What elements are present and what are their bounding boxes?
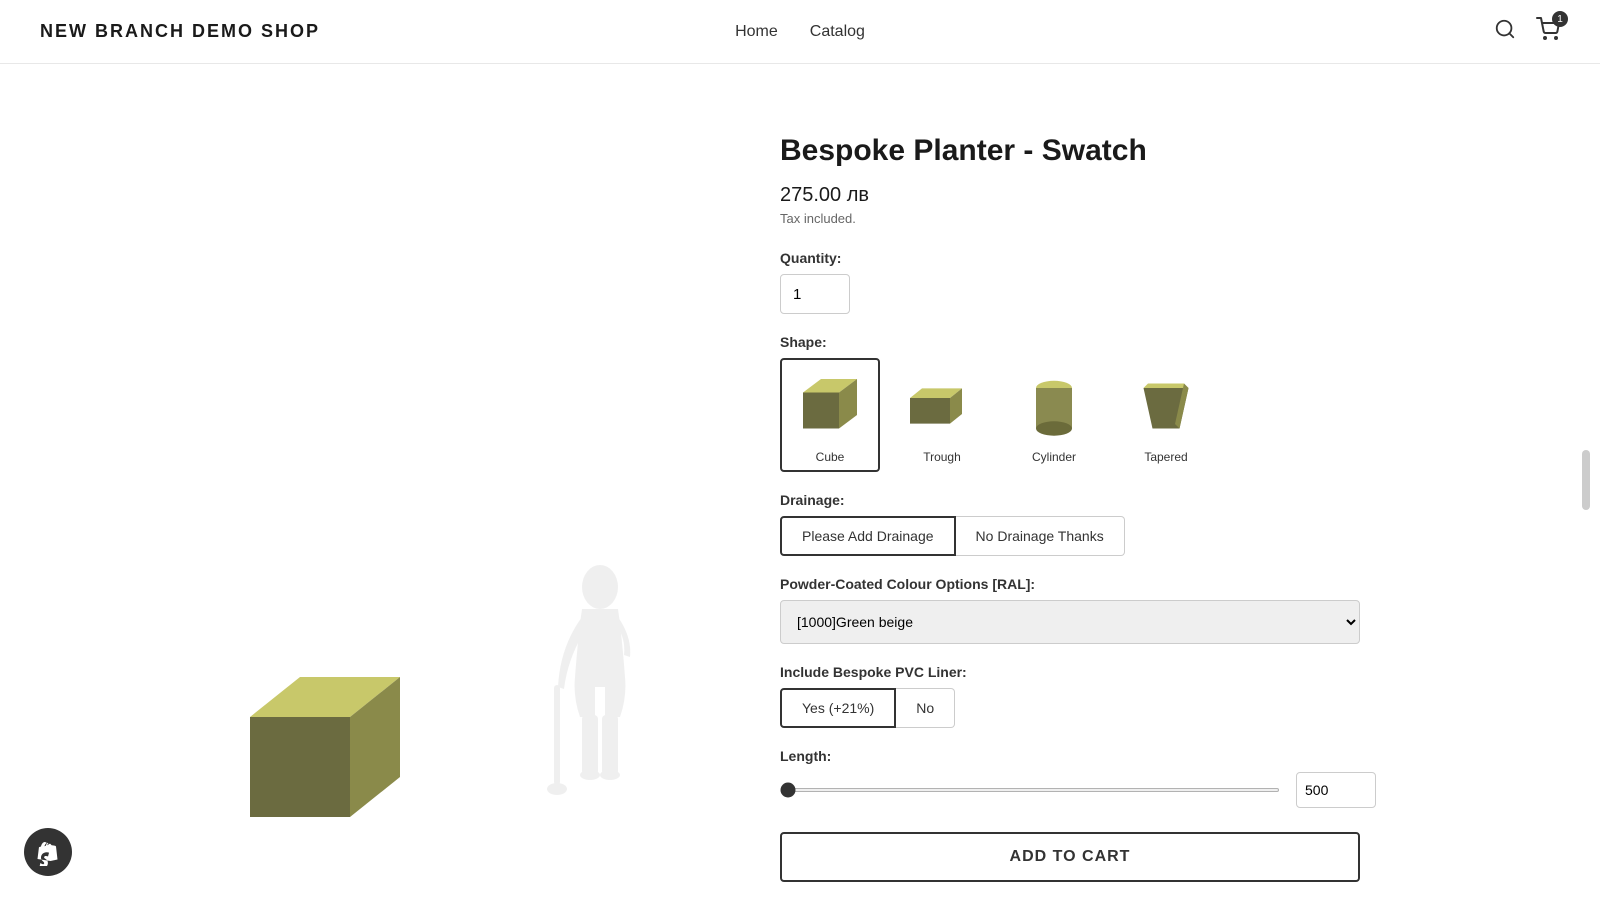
drainage-options: Please Add Drainage No Drainage Thanks bbox=[780, 516, 1460, 556]
header: NEW BRANCH DEMO SHOP Home Catalog 1 bbox=[0, 0, 1600, 64]
human-silhouette bbox=[540, 557, 660, 842]
product-price: 275.00 лв bbox=[780, 184, 1460, 207]
cylinder-svg bbox=[1014, 366, 1094, 446]
shape-trough-label: Trough bbox=[923, 450, 961, 464]
shape-option-cube[interactable]: Cube bbox=[780, 358, 880, 472]
shape-section: Shape: Cube bbox=[780, 334, 1460, 472]
drainage-label: Drainage: bbox=[780, 492, 1460, 508]
product-tax: Tax included. bbox=[780, 211, 1460, 226]
product-image-cube bbox=[220, 637, 420, 842]
search-icon[interactable] bbox=[1494, 18, 1516, 46]
trough-svg bbox=[902, 366, 982, 446]
colour-label: Powder-Coated Colour Options [RAL]: bbox=[780, 576, 1460, 592]
quantity-input[interactable] bbox=[780, 274, 850, 314]
length-input[interactable] bbox=[1296, 772, 1376, 808]
product-image-area bbox=[140, 124, 720, 882]
cart-icon[interactable]: 1 bbox=[1536, 17, 1560, 46]
shape-option-tapered[interactable]: Tapered bbox=[1116, 358, 1216, 472]
liner-section: Include Bespoke PVC Liner: Yes (+21%) No bbox=[780, 664, 1460, 728]
main-nav: Home Catalog bbox=[735, 23, 865, 41]
header-icons: 1 bbox=[1494, 17, 1560, 46]
add-to-cart-button[interactable]: ADD TO CART bbox=[780, 832, 1360, 882]
length-slider[interactable] bbox=[780, 788, 1280, 792]
cart-badge: 1 bbox=[1552, 11, 1568, 27]
scroll-hint bbox=[1582, 450, 1590, 510]
nav-home[interactable]: Home bbox=[735, 23, 778, 41]
brand-logo[interactable]: NEW BRANCH DEMO SHOP bbox=[40, 21, 320, 42]
drainage-add-button[interactable]: Please Add Drainage bbox=[780, 516, 956, 556]
product-title: Bespoke Planter - Swatch bbox=[780, 134, 1460, 168]
length-section: Length: bbox=[780, 748, 1460, 808]
liner-label: Include Bespoke PVC Liner: bbox=[780, 664, 1460, 680]
shopify-badge[interactable] bbox=[24, 828, 72, 876]
shape-cube-label: Cube bbox=[816, 450, 845, 464]
liner-options: Yes (+21%) No bbox=[780, 688, 1460, 728]
liner-no-button[interactable]: No bbox=[896, 688, 955, 728]
slider-row bbox=[780, 772, 1460, 808]
quantity-label: Quantity: bbox=[780, 250, 1460, 266]
main-content: Bespoke Planter - Swatch 275.00 лв Tax i… bbox=[100, 64, 1500, 922]
shape-tapered-label: Tapered bbox=[1144, 450, 1187, 464]
shape-options: Cube Trough bbox=[780, 358, 1460, 472]
shape-option-trough[interactable]: Trough bbox=[892, 358, 992, 472]
tapered-svg bbox=[1126, 366, 1206, 446]
length-label: Length: bbox=[780, 748, 1460, 764]
liner-yes-button[interactable]: Yes (+21%) bbox=[780, 688, 896, 728]
nav-catalog[interactable]: Catalog bbox=[810, 23, 865, 41]
shape-option-cylinder[interactable]: Cylinder bbox=[1004, 358, 1104, 472]
colour-select[interactable]: [1000]Green beige [1001]Beige [1002]Sand… bbox=[780, 600, 1360, 644]
drainage-section: Drainage: Please Add Drainage No Drainag… bbox=[780, 492, 1460, 556]
shape-label: Shape: bbox=[780, 334, 1460, 350]
drainage-none-button[interactable]: No Drainage Thanks bbox=[956, 516, 1125, 556]
shape-cylinder-label: Cylinder bbox=[1032, 450, 1076, 464]
colour-section: Powder-Coated Colour Options [RAL]: [100… bbox=[780, 576, 1460, 644]
cube-svg bbox=[790, 366, 870, 446]
product-details: Bespoke Planter - Swatch 275.00 лв Tax i… bbox=[780, 124, 1460, 882]
